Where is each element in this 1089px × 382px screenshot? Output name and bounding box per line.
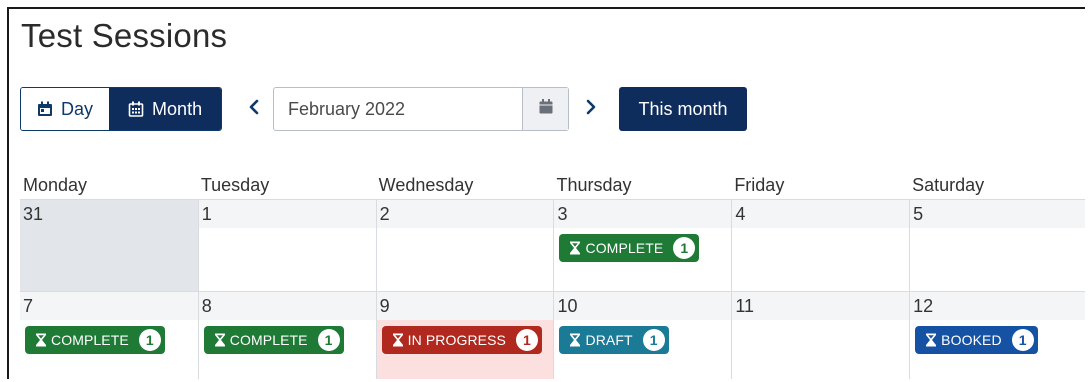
calendar-day-cell-today[interactable]: 9 IN PROGRESS 1 [375, 292, 554, 379]
day-number: 3 [554, 200, 732, 228]
calendar-week: 31 1 2 3 COMPLETE 1 4 5 [20, 199, 1085, 291]
calendar-day-cell[interactable]: 2 [375, 200, 554, 291]
weekday-friday: Friday [734, 175, 785, 195]
hourglass-icon [35, 333, 47, 347]
chevron-left-icon [248, 99, 260, 120]
this-month-button[interactable]: This month [619, 87, 747, 131]
previous-month-button[interactable] [242, 95, 266, 123]
day-number: 8 [198, 292, 376, 320]
day-number: 11 [732, 292, 910, 320]
session-status-badge[interactable]: DRAFT 1 [559, 326, 669, 354]
badge-count: 1 [673, 237, 696, 259]
day-number: 2 [376, 200, 554, 228]
badge-count: 1 [642, 329, 665, 351]
calendar-toolbar: Day Month February 2022 This month [20, 87, 1080, 131]
day-number: 4 [732, 200, 910, 228]
calendar-day-cell[interactable]: 7 COMPLETE 1 [20, 292, 198, 379]
day-number: 10 [554, 292, 732, 320]
day-view-button[interactable]: Day [21, 88, 110, 130]
weekday-monday: Monday [23, 175, 88, 195]
day-number: 7 [20, 292, 198, 320]
day-number: 1 [198, 200, 376, 228]
day-number: 31 [20, 200, 198, 228]
view-toggle: Day Month [20, 87, 222, 131]
badge-status-label: COMPLETE [229, 332, 308, 348]
chevron-right-icon [585, 99, 597, 120]
calendar-week: 7 COMPLETE 1 8 COMPLETE 1 9 IN PROGRESS … [20, 291, 1085, 379]
badge-count: 1 [1011, 329, 1034, 351]
app-frame: Test Sessions Day Month February 2022 Th… [7, 7, 1085, 379]
day-number: 9 [376, 292, 554, 320]
hourglass-icon [569, 333, 581, 347]
month-calendar: Monday Tuesday Wednesday Thursday Friday… [20, 171, 1085, 379]
badge-status-label: COMPLETE [585, 240, 664, 256]
session-status-badge[interactable]: COMPLETE 1 [25, 326, 165, 354]
weekday-thursday: Thursday [556, 175, 632, 195]
session-status-badge[interactable]: BOOKED 1 [915, 326, 1038, 354]
calendar-day-cell[interactable]: 8 COMPLETE 1 [197, 292, 376, 379]
day-number: 5 [910, 200, 1085, 228]
calendar-grid-icon [128, 101, 144, 117]
month-date-input[interactable] [274, 88, 522, 130]
hourglass-icon [214, 333, 226, 347]
calendar-day-cell[interactable]: 11 [731, 292, 910, 379]
calendar-day-cell[interactable]: 5 [909, 200, 1085, 291]
calendar-day-cell[interactable]: 4 [731, 200, 910, 291]
badge-count: 1 [515, 329, 538, 351]
calendar-day-cell[interactable]: 31 [20, 200, 198, 291]
day-view-label: Day [61, 98, 94, 119]
session-status-badge[interactable]: COMPLETE 1 [203, 326, 344, 354]
calendar-day-cell[interactable]: 12 BOOKED 1 [909, 292, 1085, 379]
badge-count: 1 [138, 329, 161, 351]
badge-count: 1 [317, 329, 340, 351]
badge-status-label: COMPLETE [51, 332, 129, 348]
hourglass-icon [569, 241, 581, 255]
session-status-badge[interactable]: COMPLETE 1 [559, 234, 700, 262]
hourglass-icon [925, 333, 937, 347]
weekday-header: Monday Tuesday Wednesday Thursday Friday… [20, 171, 1085, 199]
session-status-badge[interactable]: IN PROGRESS 1 [381, 326, 542, 354]
badge-status-label: IN PROGRESS [407, 332, 506, 348]
badge-status-label: DRAFT [585, 332, 633, 348]
month-view-button[interactable]: Month [109, 88, 221, 130]
calendar-icon [539, 99, 553, 119]
calendar-day-cell[interactable]: 1 [197, 200, 376, 291]
weekday-tuesday: Tuesday [200, 175, 270, 195]
month-view-label: Month [152, 98, 203, 119]
calendar-day-cell[interactable]: 10 DRAFT 1 [553, 292, 732, 379]
date-picker-button[interactable] [522, 88, 568, 130]
weekday-wednesday: Wednesday [378, 175, 474, 195]
day-number: 12 [910, 292, 1085, 320]
calendar-day-cell[interactable]: 3 COMPLETE 1 [553, 200, 732, 291]
month-date-field [273, 87, 569, 131]
weekday-saturday: Saturday [912, 175, 985, 195]
hourglass-icon [392, 333, 404, 347]
next-month-button[interactable] [579, 95, 603, 123]
calendar-day-icon [37, 101, 53, 117]
page-title: Test Sessions [21, 17, 228, 54]
badge-status-label: BOOKED [941, 332, 1002, 348]
